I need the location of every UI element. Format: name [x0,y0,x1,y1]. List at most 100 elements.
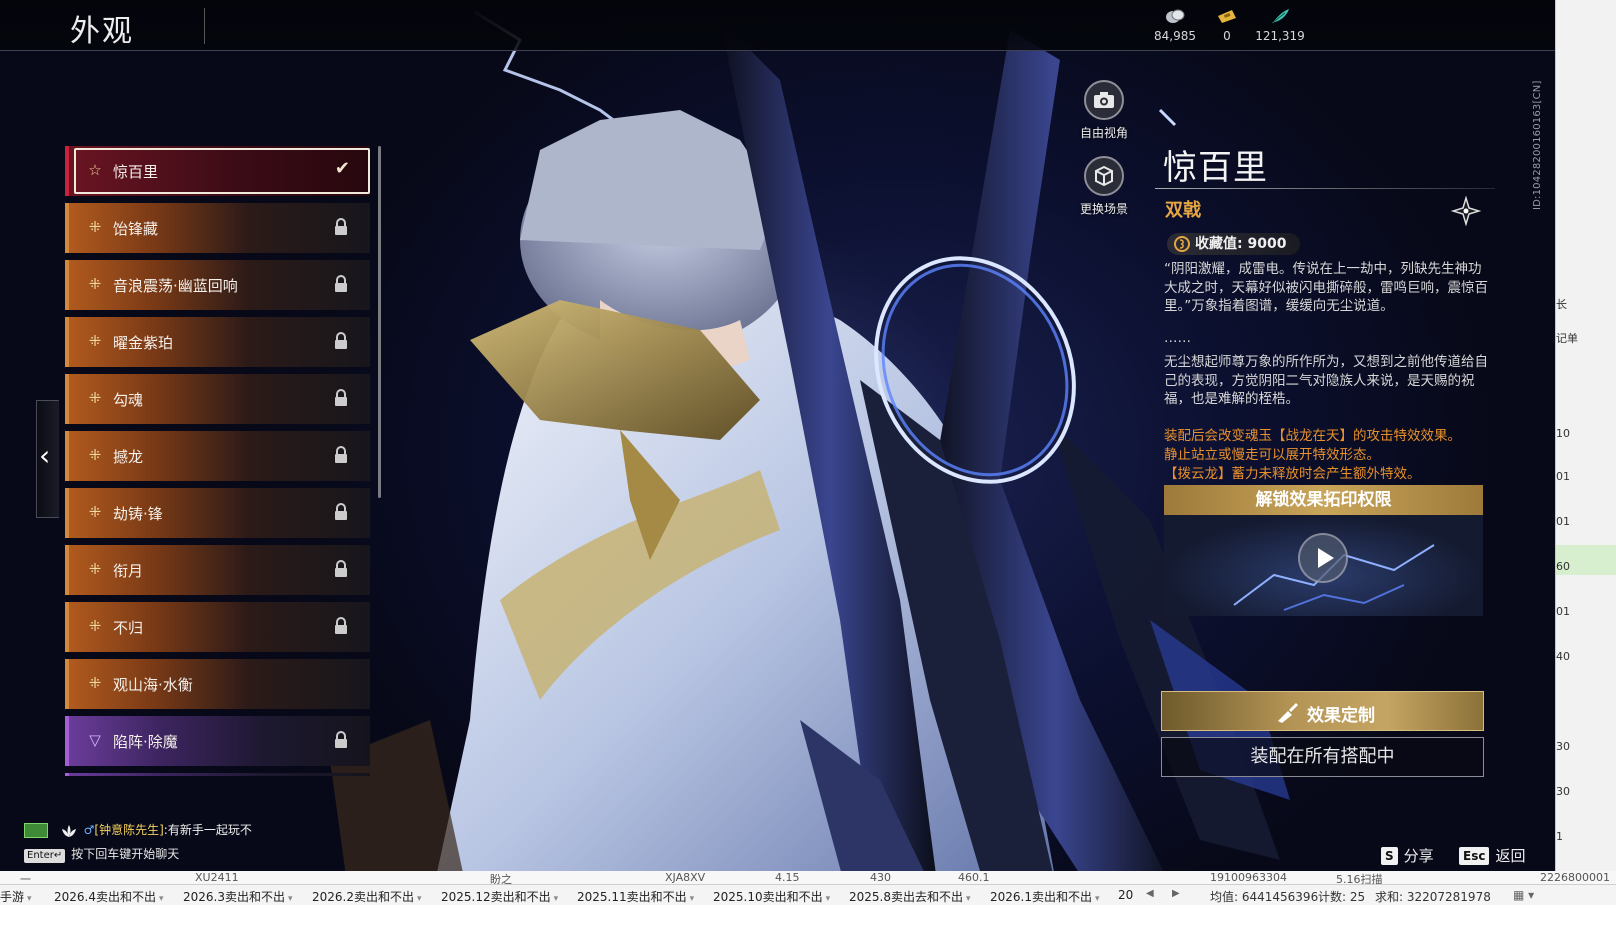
rank-emblem-icon: ▽ [89,731,101,749]
sheet-tab[interactable]: 2026.4卖出和不出 ▾ [54,888,164,905]
sheet-tab[interactable]: 20 [1118,888,1133,902]
lock-icon [335,731,347,748]
collapse-panel-button[interactable]: ‹ [36,400,59,518]
collection-coin-icon [1174,236,1190,252]
lock-icon [335,389,347,406]
effect-preview-video[interactable] [1164,515,1483,616]
skin-item[interactable]: ⁜ 不归 [65,602,370,652]
skin-item-label: 饴锋藏 [113,220,159,238]
skin-item-label: 劫铸·锋 [113,505,163,523]
rank-emblem-icon: ⁜ [88,446,102,464]
rank-emblem-icon: ⁜ [88,617,102,635]
sheet-tab[interactable]: 2026.2卖出和不出 ▾ [312,888,422,905]
skin-item[interactable]: ⁜ 勾魂 [65,374,370,424]
lore-ellipsis: …… [1164,330,1191,346]
chat-hint-text: 按下回车键开始聊天 [71,847,180,861]
skin-item[interactable]: ▽ 陷阵·除魔 [65,716,370,766]
chat-message-text: :有新手一起玩不 [163,823,252,837]
feather-icon [1245,8,1315,26]
title-divider [204,8,205,44]
sheet-cell: 60 [1556,560,1570,573]
player-id-watermark: ID:10428200160163[CN] [1532,80,1543,210]
currency-feather: 121,319 [1245,8,1315,43]
lock-icon [335,218,347,235]
sheet-cell: 长 [1556,298,1567,311]
share-button[interactable]: S 分享 [1381,845,1434,866]
sheet-tab[interactable]: 2025.12卖出和不出 ▾ [441,888,558,905]
enter-key-icon: Enter↵ [24,849,66,863]
unlock-effect-box[interactable]: 解锁效果拓印权限 [1164,485,1483,616]
tab-scroll-right-icon[interactable]: ▶ [1172,888,1180,899]
chat-box[interactable]: ♂[钟意陈先生]:有新手一起玩不 Enter↵ 按下回车键开始聊天 [24,821,424,869]
sheet-tab[interactable]: 2026.3卖出和不出 ▾ [183,888,293,905]
chevron-down-icon: ▾ [27,894,32,904]
top-bar: 外观 84,985 0 121,319 [0,0,1555,51]
sheet-sum: 求和: 32207281978 [1375,890,1491,904]
equip-all-button[interactable]: 装配在所有搭配中 [1161,737,1484,777]
sheet-cell: XU2411 [195,871,239,884]
rank-emblem-icon: ⁜ [88,674,102,692]
sheet-cell: 10 [1556,427,1570,440]
list-scrollbar[interactable] [378,146,381,498]
sheet-cell: 430 [870,871,891,884]
lock-icon [335,503,347,520]
effect-customize-button[interactable]: 效果定制 [1161,691,1484,731]
chevron-down-icon: ▾ [1095,894,1100,904]
sheet-tab[interactable]: 2025.10卖出和不出 ▾ [713,888,830,905]
chevron-down-icon: ▾ [159,894,164,904]
skin-item-label: 音浪震荡·幽蓝回响 [113,277,238,295]
change-scene-button[interactable]: 更换场景 [1069,156,1139,217]
effect-text-1: 装配后会改变魂玉【战龙在天】的攻击特效效果。 [1164,428,1461,444]
chat-speaker[interactable]: [钟意陈先生] [94,823,163,837]
skin-item-partial[interactable] [65,773,370,776]
sheet-tab[interactable]: 手游 ▾ [0,888,32,905]
chevron-down-icon: ▾ [825,894,831,904]
lore-description-2: 无尘想起师尊万象的所作所为，又想到之前他传道给自己的表现，方觉阴阳二气对隐族人来… [1164,354,1488,407]
skin-item-selected[interactable]: ☆ 惊百里 ✔ [65,146,370,196]
sheet-cell: 40 [1556,650,1570,663]
rank-emblem-icon: ⁜ [88,218,102,236]
grid-view-icon[interactable]: ▦ ▾ [1513,888,1534,902]
skin-item[interactable]: ⁜ 撼龙 [65,431,370,481]
free-view-label: 自由视角 [1079,126,1128,140]
sheet-cell: 30 [1556,740,1570,753]
skin-item[interactable]: ⁜ 衔月 [65,545,370,595]
rank-emblem-icon: ⁜ [88,332,102,350]
share-key: S [1381,847,1398,865]
star-icon: ☆ [88,161,102,179]
page-bottom-fill [0,905,1616,939]
unlock-effect-header: 解锁效果拓印权限 [1164,485,1483,515]
sheet-cell: 5.16扫描 [1336,873,1383,884]
rank-emblem-icon: ⁜ [88,275,102,293]
skin-item-label: 惊百里 [113,163,159,181]
free-view-button[interactable]: 自由视角 [1069,80,1139,141]
back-button[interactable]: Esc 返回 [1459,845,1525,866]
sheet-tab[interactable]: 2026.1卖出和不出 ▾ [990,888,1100,905]
move-cross-icon[interactable] [1451,196,1481,226]
currency-feather-value: 121,319 [1255,29,1305,43]
play-icon [1318,548,1334,568]
skin-item[interactable]: ⁜ 音浪震荡·幽蓝回响 [65,260,370,310]
skin-item[interactable]: ⁜ 劫铸·锋 [65,488,370,538]
chat-message: ♂[钟意陈先生]:有新手一起玩不 [24,821,252,839]
rank-emblem-icon: ⁜ [88,503,102,521]
chevron-down-icon: ▾ [689,894,695,904]
chevron-down-icon: ▾ [966,894,971,904]
effect-text-3: 【拨云龙】蓄力未释放时会产生额外特效。 [1164,466,1421,482]
sheet-cell: 4.15 [775,871,800,884]
skin-item-label: 观山海·水衡 [113,676,193,694]
tab-scroll-left-icon[interactable]: ◀ [1146,888,1154,899]
male-icon: ♂ [83,823,95,837]
play-button[interactable] [1298,533,1348,583]
share-label: 分享 [1403,847,1434,865]
skin-item-label: 撼龙 [113,448,144,466]
chevron-down-icon: ▾ [553,894,559,904]
skin-item[interactable]: ⁜ 曜金紫珀 [65,317,370,367]
sheet-tab[interactable]: 2025.11卖出和不出 ▾ [577,888,694,905]
lore-description: “阴阳激耀，成雷电。传说在上一劫中，列缺先生神功大成之时，天幕好似被闪电撕碎般，… [1164,261,1488,314]
chat-hint: Enter↵ 按下回车键开始聊天 [24,845,179,863]
sheet-tab[interactable]: 2025.8卖出去和不出 ▾ [849,888,971,905]
skin-item[interactable]: ⁜ 饴锋藏 [65,203,370,253]
detail-panel: 惊百里 双戟 收藏值: 9000 “阴阳激耀，成雷电。传说在上一劫中，列缺先生神… [1155,140,1495,780]
skin-item[interactable]: ⁜ 观山海·水衡 [65,659,370,709]
